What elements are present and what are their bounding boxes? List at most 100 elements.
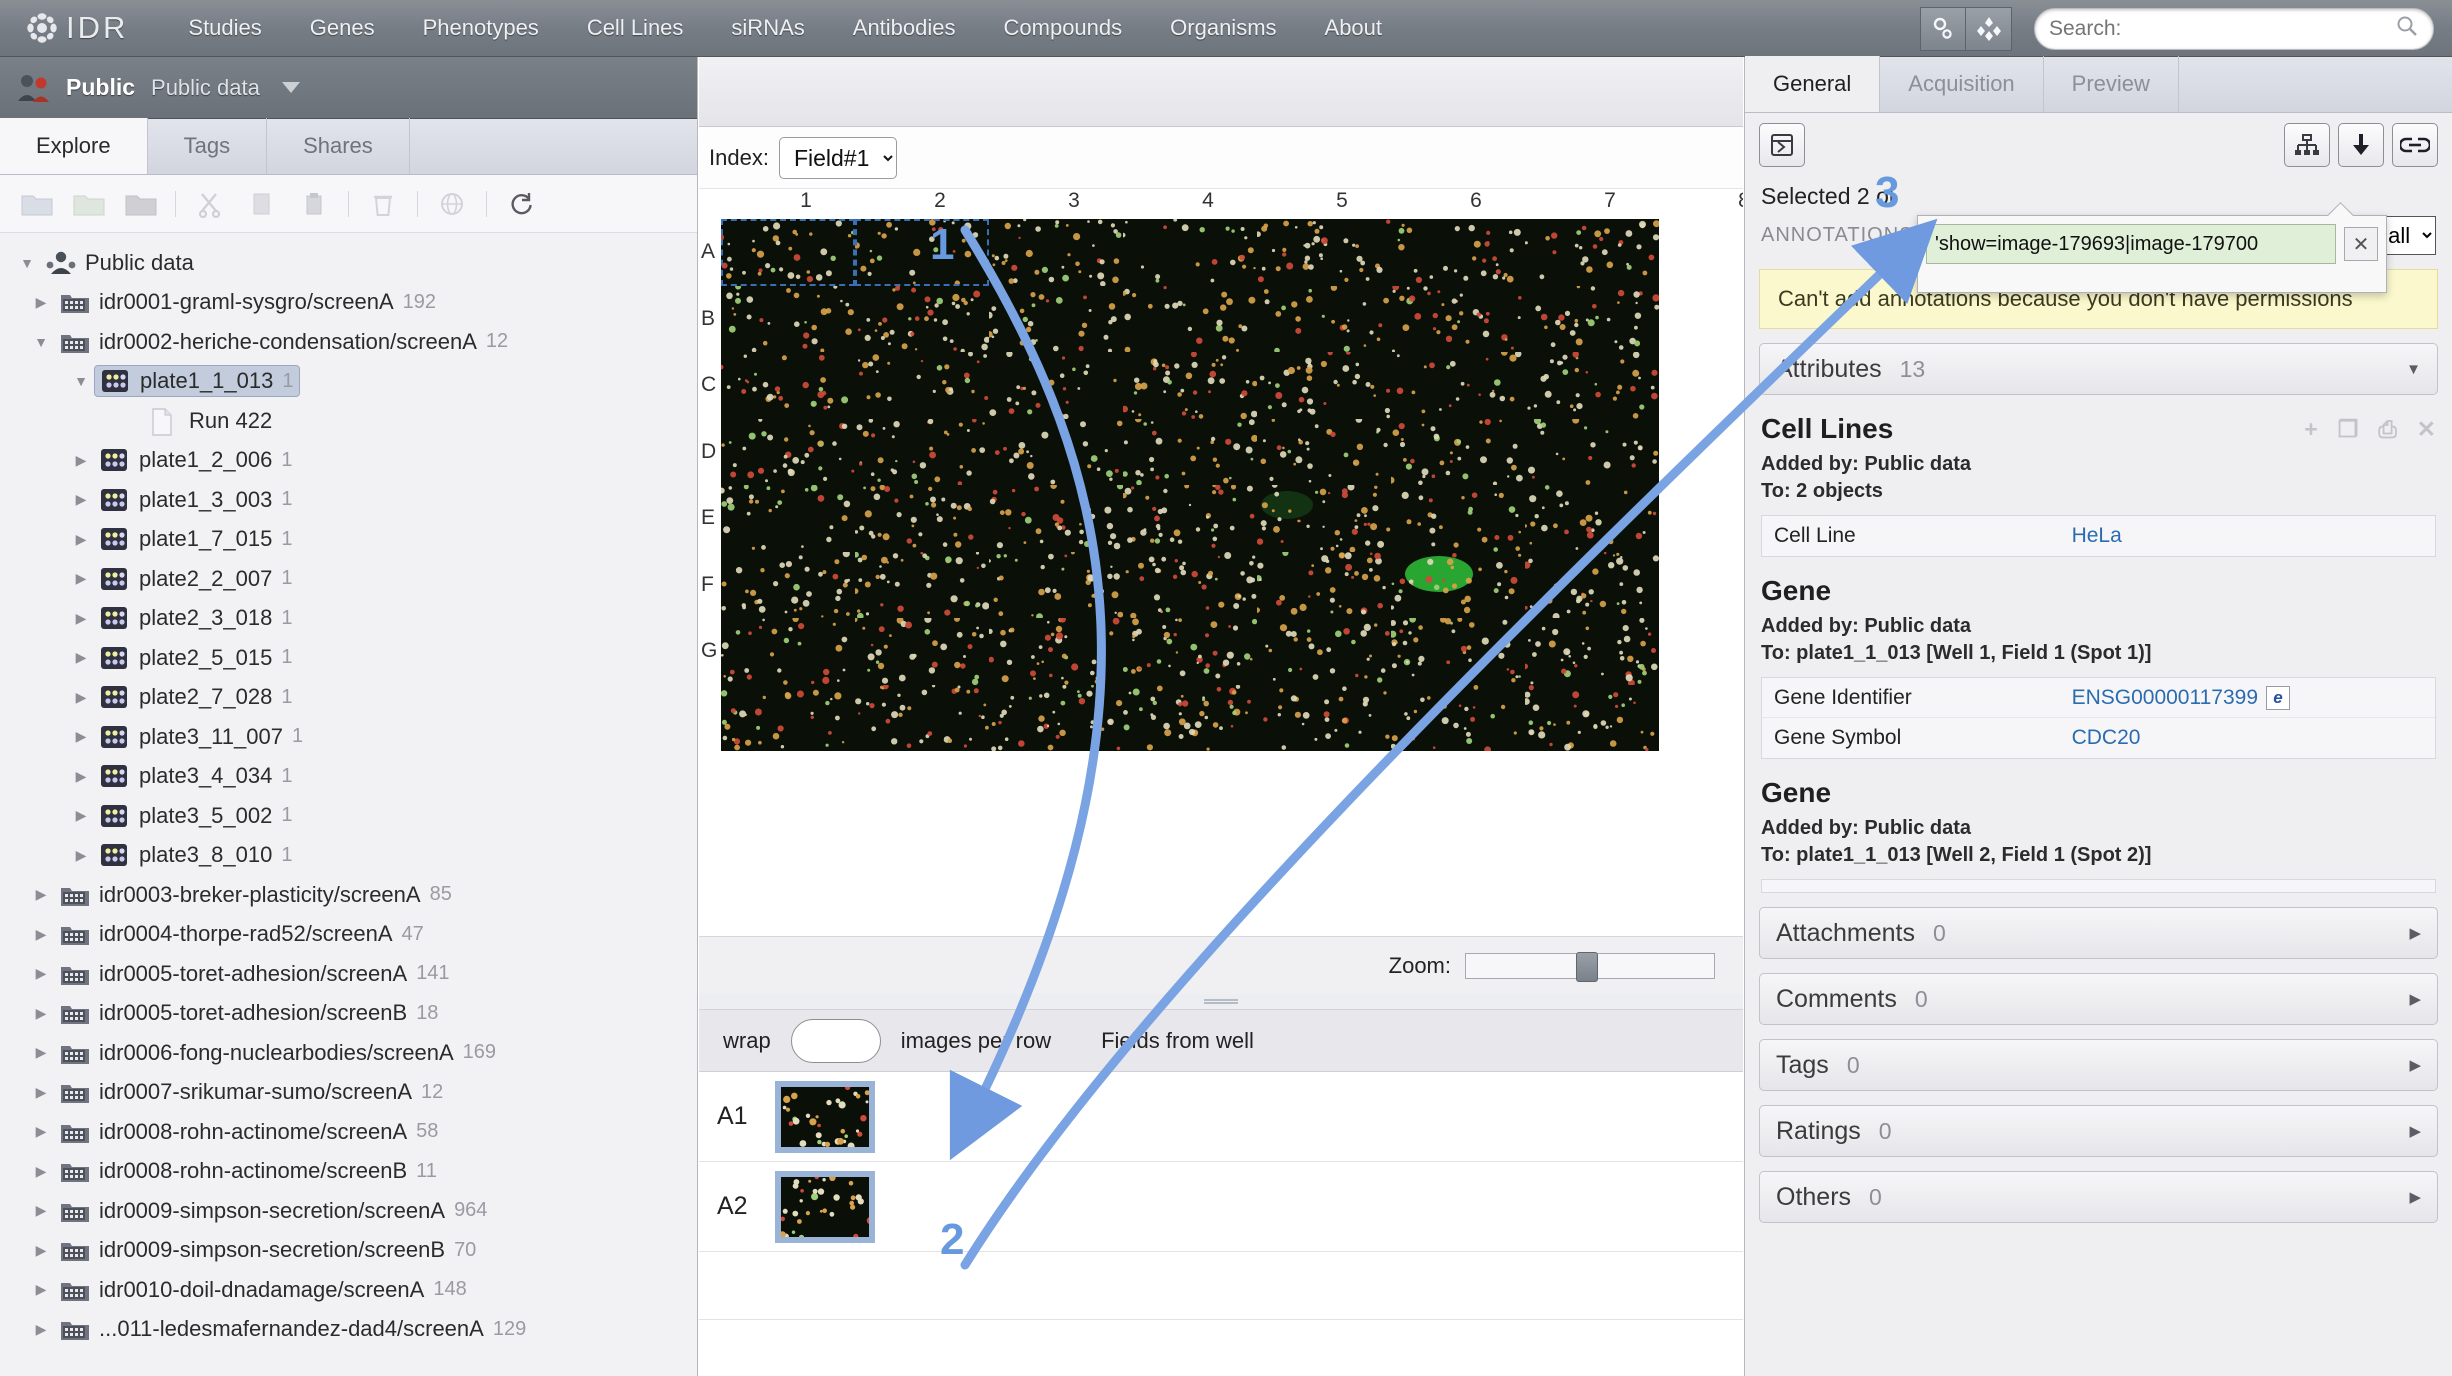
plate-well[interactable] xyxy=(721,219,855,286)
tree-item[interactable]: ▶ plate2_5_015 1 xyxy=(0,638,697,678)
nav-item-sirnas[interactable]: siRNAs xyxy=(707,15,828,41)
plate-well[interactable] xyxy=(989,618,1123,685)
plate-well[interactable] xyxy=(1123,485,1257,552)
chevron-right-icon[interactable]: ▶ xyxy=(28,294,54,311)
zoom-slider-thumb[interactable] xyxy=(1576,951,1598,982)
new-project-folder-icon[interactable] xyxy=(14,183,60,225)
plate-well[interactable] xyxy=(1525,618,1659,685)
tab-explore[interactable]: Explore xyxy=(0,118,148,174)
tree-item[interactable]: ▶ plate3_11_007 1 xyxy=(0,717,697,757)
attributes-accordion[interactable]: Attributes 13 ▼ xyxy=(1759,343,2438,395)
tree-item-body[interactable]: idr0002-heriche-condensation/screenA 12 xyxy=(54,327,514,357)
tree-item[interactable]: ▶ plate3_5_002 1 xyxy=(0,796,697,836)
tree-item[interactable]: ▶ idr0009-simpson-secretion/screenB 70 xyxy=(0,1231,697,1271)
nav-item-cell-lines[interactable]: Cell Lines xyxy=(563,15,708,41)
ensembl-external-link-icon[interactable]: e xyxy=(2266,685,2291,710)
chevron-right-icon[interactable]: ▶ xyxy=(28,1084,54,1101)
images-per-row-input[interactable] xyxy=(790,1018,881,1063)
tree-item[interactable]: ▶ plate2_7_028 1 xyxy=(0,678,697,718)
tab-tags[interactable]: Tags xyxy=(148,118,268,174)
accordion-tags[interactable]: Tags 0 ▶ xyxy=(1759,1039,2438,1091)
plate-well[interactable] xyxy=(721,485,855,552)
chevron-right-icon[interactable]: ▶ xyxy=(68,531,94,548)
tree-item[interactable]: ▶ plate3_8_010 1 xyxy=(0,836,697,876)
chevron-right-icon[interactable]: ▶ xyxy=(68,689,94,706)
accordion-others[interactable]: Others 0 ▶ xyxy=(1759,1171,2438,1223)
plate-well[interactable] xyxy=(1257,684,1391,751)
plate-well[interactable] xyxy=(855,485,989,552)
tree-item-body[interactable]: idr0003-breker-plasticity/screenA 85 xyxy=(54,880,458,910)
plate-well[interactable] xyxy=(855,352,989,419)
plate-well[interactable] xyxy=(1391,219,1525,286)
plate-well[interactable] xyxy=(855,551,989,618)
chevron-down-icon[interactable]: ▼ xyxy=(14,255,40,271)
annotation-value[interactable]: ENSG00000117399 e xyxy=(2072,685,2291,710)
tree-item[interactable]: ▶ plate2_3_018 1 xyxy=(0,599,697,639)
plate-well[interactable] xyxy=(1257,485,1391,552)
plate-well[interactable] xyxy=(1525,485,1659,552)
chevron-right-icon[interactable]: ▶ xyxy=(28,926,54,943)
plate-well[interactable] xyxy=(1123,219,1257,286)
tree-item-body[interactable]: plate3_5_002 1 xyxy=(94,801,298,831)
plate-well[interactable] xyxy=(989,285,1123,352)
tree-item-body[interactable]: idr0006-fong-nuclearbodies/screenA 169 xyxy=(54,1038,502,1068)
tab-general[interactable]: General xyxy=(1745,56,1881,112)
plate-well[interactable] xyxy=(855,219,989,286)
tree-item-body[interactable]: idr0009-simpson-secretion/screenA 964 xyxy=(54,1196,493,1226)
tree-item-body[interactable]: plate3_4_034 1 xyxy=(94,761,298,791)
close-icon[interactable]: ✕ xyxy=(2344,227,2378,261)
nav-item-compounds[interactable]: Compounds xyxy=(980,15,1147,41)
plate-well[interactable] xyxy=(1123,352,1257,419)
plate-well[interactable] xyxy=(855,618,989,685)
tree-item[interactable]: ▶ idr0008-rohn-actinome/screenB 11 xyxy=(0,1152,697,1192)
accordion-ratings[interactable]: Ratings 0 ▶ xyxy=(1759,1105,2438,1157)
annotation-value[interactable]: HeLa xyxy=(2072,524,2122,548)
tree-item[interactable]: ▼ Public data xyxy=(0,243,697,283)
tree-item[interactable]: ▶ plate1_3_003 1 xyxy=(0,480,697,520)
tree-item[interactable]: ▶ plate1_7_015 1 xyxy=(0,520,697,560)
plate-well[interactable] xyxy=(1123,285,1257,352)
tree-item-body[interactable]: plate1_3_003 1 xyxy=(94,485,298,515)
zoom-slider[interactable] xyxy=(1465,951,1715,982)
accordion-attachments[interactable]: Attachments 0 ▶ xyxy=(1759,907,2438,959)
new-dataset-folder-icon[interactable] xyxy=(66,183,112,225)
tree-item[interactable]: ▶ idr0009-simpson-secretion/screenA 964 xyxy=(0,1191,697,1231)
plate-well[interactable] xyxy=(1525,551,1659,618)
plate-well[interactable] xyxy=(721,352,855,419)
plate-well[interactable] xyxy=(1257,618,1391,685)
plate-well[interactable] xyxy=(721,418,855,485)
tree-item[interactable]: Run 422 xyxy=(0,401,697,441)
chevron-right-icon[interactable]: ▶ xyxy=(68,452,94,469)
tree-item-body[interactable]: idr0010-doil-dnadamage/screenA 148 xyxy=(54,1275,473,1305)
app-grid-icon[interactable] xyxy=(1966,6,2012,51)
tab-shares[interactable]: Shares xyxy=(267,118,410,174)
tab-acquisition[interactable]: Acquisition xyxy=(1880,56,2044,112)
plate-well[interactable] xyxy=(1257,219,1391,286)
plate-well[interactable] xyxy=(989,352,1123,419)
delete-trash-icon[interactable] xyxy=(360,183,406,225)
tree-item[interactable]: ▼ plate1_1_013 1 xyxy=(0,362,697,402)
tree-item[interactable]: ▶ idr0008-rohn-actinome/screenA 58 xyxy=(0,1112,697,1152)
tree-item[interactable]: ▶ plate1_2_006 1 xyxy=(0,441,697,481)
open-in-viewer-icon[interactable] xyxy=(1759,123,1805,167)
chevron-right-icon[interactable]: ▶ xyxy=(28,1044,54,1061)
settings-gear-icon[interactable] xyxy=(1920,6,1966,51)
tree-item[interactable]: ▶ plate3_4_034 1 xyxy=(0,757,697,797)
nav-item-genes[interactable]: Genes xyxy=(286,15,399,41)
tree-item[interactable]: ▶ idr0010-doil-dnadamage/screenA 148 xyxy=(0,1270,697,1310)
tree-item-body[interactable]: idr0005-toret-adhesion/screenA 141 xyxy=(54,959,456,989)
plate-well[interactable] xyxy=(1391,285,1525,352)
tree-item[interactable]: ▶ ...011-ledesmafernandez-dad4/screenA 129 xyxy=(0,1310,697,1350)
plate-well[interactable] xyxy=(855,684,989,751)
tree-item-body[interactable]: plate2_3_018 1 xyxy=(94,603,298,633)
tree-item-body[interactable]: idr0008-rohn-actinome/screenB 11 xyxy=(54,1156,443,1186)
share-link-input[interactable] xyxy=(1926,224,2336,264)
chevron-right-icon[interactable]: ▶ xyxy=(28,965,54,982)
plate-well[interactable] xyxy=(1525,285,1659,352)
new-screen-folder-icon[interactable] xyxy=(118,183,164,225)
cut-icon[interactable] xyxy=(187,183,233,225)
plate-well[interactable] xyxy=(1391,684,1525,751)
thumbnail-row[interactable]: A2 xyxy=(699,1162,1743,1252)
brand-logo-group[interactable]: IDR xyxy=(22,8,128,48)
hierarchy-icon[interactable] xyxy=(2284,123,2330,167)
